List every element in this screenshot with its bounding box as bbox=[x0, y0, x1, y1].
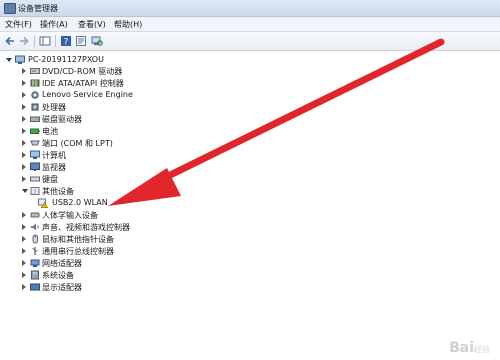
expand-icon[interactable] bbox=[22, 164, 26, 170]
back-arrow-icon[interactable] bbox=[4, 35, 16, 47]
tree-category[interactable]: Lenovo Service Engine bbox=[22, 89, 222, 101]
expand-icon[interactable] bbox=[22, 152, 26, 158]
tree-category[interactable]: 显示适配器 bbox=[22, 281, 222, 293]
expand-icon[interactable] bbox=[22, 224, 26, 230]
svg-text:?: ? bbox=[64, 38, 69, 48]
tree-category[interactable]: 鼠标和其他指针设备 bbox=[22, 233, 222, 245]
show-hide-tree-icon[interactable] bbox=[39, 35, 51, 47]
tree-category[interactable]: 监视器 bbox=[22, 161, 222, 173]
expand-icon[interactable] bbox=[22, 128, 26, 134]
menu-action[interactable]: 操作(A) bbox=[40, 19, 68, 30]
window-title: 设备管理器 bbox=[18, 4, 58, 13]
tree-category[interactable]: 网络适配器 bbox=[22, 257, 222, 269]
warning-device-icon bbox=[38, 198, 49, 208]
network-adapter-icon bbox=[30, 258, 40, 268]
toolbar: ? bbox=[0, 32, 500, 51]
expand-icon[interactable] bbox=[22, 248, 26, 254]
expand-icon[interactable] bbox=[22, 116, 26, 122]
tree-category-other-devices[interactable]: ? 其他设备 bbox=[22, 185, 222, 197]
processor-icon bbox=[30, 102, 40, 112]
tree-category[interactable]: 电池 bbox=[22, 125, 222, 137]
svg-text:?: ? bbox=[33, 189, 36, 196]
expand-icon[interactable] bbox=[22, 92, 26, 98]
collapse-icon[interactable] bbox=[6, 58, 12, 62]
port-icon bbox=[30, 138, 40, 148]
tree-category[interactable]: 计算机 bbox=[22, 149, 222, 161]
menu-bar: 文件(F) 操作(A) 查看(V) 帮助(H) bbox=[0, 17, 500, 32]
ide-controller-icon bbox=[30, 78, 40, 88]
tree-category[interactable]: 磁盘驱动器 bbox=[22, 113, 222, 125]
properties-icon[interactable] bbox=[75, 35, 87, 47]
forward-arrow-icon[interactable] bbox=[18, 35, 30, 47]
tree-category[interactable]: 端口 (COM 和 LPT) bbox=[22, 137, 222, 149]
usb-icon bbox=[30, 246, 40, 256]
mouse-icon bbox=[30, 234, 40, 244]
monitor-icon bbox=[30, 162, 40, 172]
dvd-drive-icon bbox=[30, 66, 40, 76]
computer-icon bbox=[30, 150, 40, 160]
tree-root-label: PC-20191127PXOU bbox=[28, 55, 104, 64]
battery-icon bbox=[30, 126, 40, 136]
menu-view[interactable]: 查看(V) bbox=[78, 19, 106, 30]
expand-icon[interactable] bbox=[22, 104, 26, 110]
expand-icon[interactable] bbox=[22, 140, 26, 146]
title-bar: 设备管理器 bbox=[0, 0, 500, 17]
tree-category[interactable]: 通用串行总线控制器 bbox=[22, 245, 222, 257]
expand-icon[interactable] bbox=[22, 284, 26, 290]
baidu-watermark: Bai经验 bbox=[449, 340, 490, 356]
scan-hardware-icon[interactable] bbox=[91, 35, 103, 47]
menu-file[interactable]: 文件(F) bbox=[5, 19, 32, 30]
tree-category[interactable]: DVD/CD-ROM 驱动器 bbox=[22, 65, 222, 77]
device-tree: PC-20191127PXOU DVD/CD-ROM 驱动器 IDE ATA/A… bbox=[0, 51, 500, 360]
tree-category[interactable]: 声音、视频和游戏控制器 bbox=[22, 221, 222, 233]
sound-icon bbox=[30, 222, 40, 232]
display-adapter-icon bbox=[30, 282, 40, 292]
tree-device-usb-wlan[interactable]: USB2.0 WLAN bbox=[38, 197, 238, 209]
expand-icon[interactable] bbox=[22, 272, 26, 278]
toolbar-separator bbox=[55, 35, 56, 47]
expand-icon[interactable] bbox=[22, 212, 26, 218]
expand-icon[interactable] bbox=[22, 80, 26, 86]
device-manager-icon bbox=[4, 3, 16, 14]
other-devices-icon: ? bbox=[30, 186, 40, 196]
help-icon[interactable]: ? bbox=[60, 35, 72, 47]
tree-category[interactable]: IDE ATA/ATAPI 控制器 bbox=[22, 77, 222, 89]
toolbar-separator bbox=[34, 35, 35, 47]
collapse-icon[interactable] bbox=[22, 189, 28, 193]
disk-drive-icon bbox=[30, 114, 40, 124]
tree-category[interactable]: 人体学输入设备 bbox=[22, 209, 222, 221]
expand-icon[interactable] bbox=[22, 236, 26, 242]
system-device-icon bbox=[30, 270, 40, 280]
hid-icon bbox=[30, 210, 40, 220]
tree-category[interactable]: 键盘 bbox=[22, 173, 222, 185]
expand-icon[interactable] bbox=[22, 176, 26, 182]
expand-icon[interactable] bbox=[22, 260, 26, 266]
menu-help[interactable]: 帮助(H) bbox=[114, 19, 142, 30]
computer-icon bbox=[15, 55, 25, 65]
expand-icon[interactable] bbox=[22, 68, 26, 74]
tree-category[interactable]: 系统设备 bbox=[22, 269, 222, 281]
gear-icon bbox=[30, 90, 40, 100]
tree-category[interactable]: 处理器 bbox=[22, 101, 222, 113]
keyboard-icon bbox=[30, 174, 40, 184]
